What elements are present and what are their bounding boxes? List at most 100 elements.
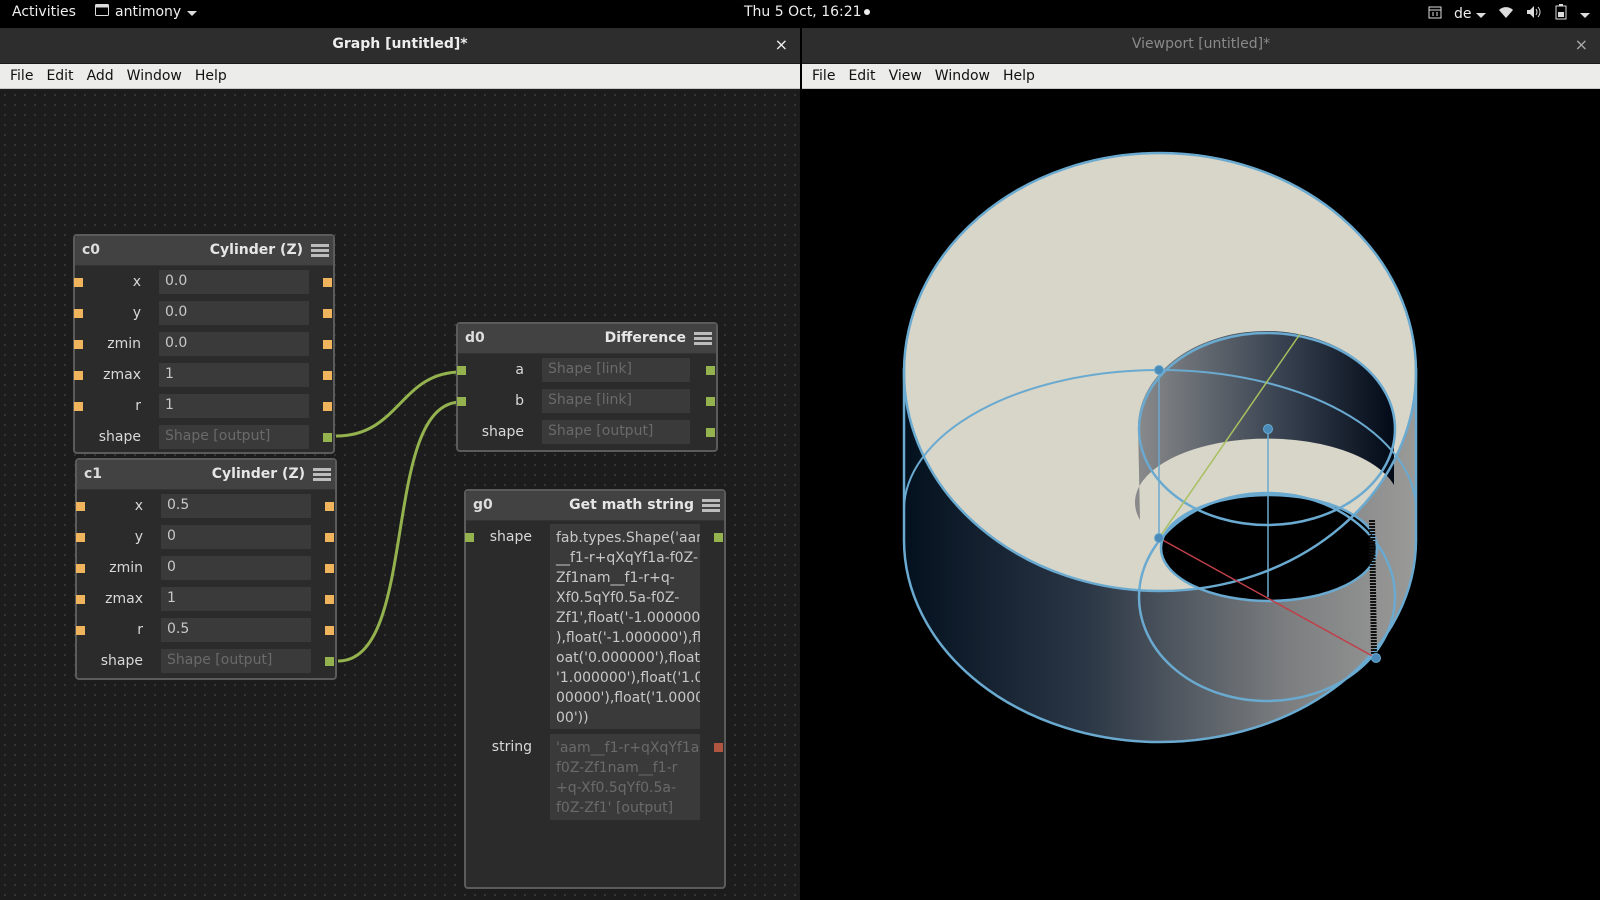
node-header[interactable]: c1 Cylinder (Z): [77, 460, 335, 490]
notification-dot-icon: [863, 9, 870, 15]
menu-file[interactable]: File: [812, 68, 835, 84]
output-port[interactable]: [323, 278, 332, 287]
output-port[interactable]: [323, 402, 332, 411]
param-field-r[interactable]: 1: [159, 394, 309, 418]
system-tray[interactable]: de: [1428, 4, 1590, 24]
shape-output-port[interactable]: [323, 433, 332, 442]
graph-menubar: File Edit Add Window Help: [0, 64, 800, 89]
graph-titlebar[interactable]: Graph [untitled]* ×: [0, 28, 800, 64]
close-icon[interactable]: ×: [1575, 35, 1588, 54]
param-label: x: [134, 498, 143, 514]
output-port[interactable]: [323, 340, 332, 349]
output-port[interactable]: [325, 564, 334, 573]
node-d0[interactable]: d0 Difference a Shape [link] b Shape [li…: [456, 322, 718, 452]
wire-c1-to-d0b[interactable]: [337, 400, 462, 663]
output-port[interactable]: [325, 533, 334, 542]
calendar-icon[interactable]: [1428, 5, 1442, 23]
output-port[interactable]: [323, 309, 332, 318]
node-header[interactable]: d0 Difference: [458, 324, 716, 354]
param-field-y[interactable]: 0.0: [159, 301, 309, 325]
menu-icon[interactable]: [311, 244, 329, 258]
param-row-shape: shape Shape [output]: [75, 423, 333, 451]
node-c0[interactable]: c0 Cylinder (Z) x 0.0 y 0.0 zmin 0.0 zma…: [73, 234, 335, 454]
node-g0[interactable]: g0 Get math string shape fab.types.Shape…: [464, 489, 726, 889]
node-type: Cylinder (Z): [209, 242, 303, 258]
param-row-zmax: zmax 1: [76, 585, 335, 613]
param-label: zmin: [109, 560, 143, 576]
param-field-zmax[interactable]: 1: [159, 363, 309, 387]
output-port[interactable]: [323, 371, 332, 380]
param-label: b: [515, 393, 524, 409]
node-id: c1: [84, 466, 103, 482]
activities-button[interactable]: Activities: [12, 4, 76, 20]
keyboard-layout[interactable]: de: [1454, 6, 1486, 22]
output-port[interactable]: [325, 502, 334, 511]
handle-point[interactable]: [1154, 365, 1164, 375]
string-output-port[interactable]: [714, 743, 723, 752]
menu-icon[interactable]: [702, 499, 720, 513]
shape-input-port[interactable]: [465, 533, 474, 542]
node-id: g0: [473, 497, 493, 513]
param-field-r[interactable]: 0.5: [161, 618, 311, 642]
menu-window[interactable]: Window: [127, 68, 182, 84]
graph-canvas[interactable]: c0 Cylinder (Z) x 0.0 y 0.0 zmin 0.0 zma…: [0, 90, 800, 900]
output-port[interactable]: [714, 533, 723, 542]
output-port[interactable]: [706, 366, 715, 375]
param-row-x: x 0.5: [76, 492, 335, 520]
viewport-titlebar[interactable]: Viewport [untitled]* ×: [802, 28, 1600, 64]
param-row-zmin: zmin 0: [76, 554, 335, 582]
menu-edit[interactable]: Edit: [46, 68, 73, 84]
param-label: x: [132, 274, 141, 290]
param-label: r: [135, 398, 141, 414]
param-field-zmax[interactable]: 1: [161, 587, 311, 611]
node-header[interactable]: c0 Cylinder (Z): [75, 236, 333, 266]
shape-output-port[interactable]: [706, 428, 715, 437]
battery-icon[interactable]: [1554, 4, 1568, 24]
output-port[interactable]: [325, 626, 334, 635]
menu-file[interactable]: File: [10, 68, 33, 84]
param-field-y[interactable]: 0: [161, 525, 311, 549]
wifi-icon[interactable]: [1498, 5, 1514, 23]
volume-icon[interactable]: [1526, 5, 1542, 23]
menu-help[interactable]: Help: [1003, 68, 1035, 84]
app-menu[interactable]: antimony: [95, 4, 198, 20]
close-icon[interactable]: ×: [775, 35, 788, 54]
handle-point[interactable]: [1263, 424, 1273, 434]
menu-view[interactable]: View: [889, 68, 922, 84]
clock[interactable]: Thu 5 Oct, 16:21: [744, 4, 870, 20]
keyboard-layout-label: de: [1454, 6, 1472, 22]
param-label: shape: [100, 653, 143, 669]
node-c1[interactable]: c1 Cylinder (Z) x 0.5 y 0 zmin 0 zmax 1 …: [75, 458, 337, 680]
menu-icon[interactable]: [313, 468, 331, 482]
link-field-b: Shape [link]: [542, 389, 690, 413]
chevron-down-icon[interactable]: [1580, 12, 1590, 18]
param-label: shape: [98, 429, 141, 445]
graph-window: Graph [untitled]* × File Edit Add Window…: [0, 28, 800, 900]
output-port[interactable]: [325, 595, 334, 604]
handle-point[interactable]: [1371, 653, 1381, 663]
node-header[interactable]: g0 Get math string: [466, 491, 724, 521]
param-row-shape: shape Shape [output]: [458, 418, 716, 446]
node-type: Difference: [604, 330, 686, 346]
param-field-x[interactable]: 0.0: [159, 270, 309, 294]
wire-c0-to-d0a[interactable]: [335, 370, 462, 438]
param-field-zmin[interactable]: 0.0: [159, 332, 309, 356]
link-field-a: Shape [link]: [542, 358, 690, 382]
menu-icon[interactable]: [694, 332, 712, 346]
viewport-window: Viewport [untitled]* × File Edit View Wi…: [802, 28, 1600, 900]
param-row-a: a Shape [link]: [457, 356, 716, 384]
menu-add[interactable]: Add: [87, 68, 114, 84]
viewport-window-title: Viewport [untitled]*: [1131, 36, 1271, 52]
param-row-x: x 0.0: [74, 268, 333, 296]
menu-window[interactable]: Window: [935, 68, 990, 84]
menu-help[interactable]: Help: [195, 68, 227, 84]
handle-point[interactable]: [1154, 533, 1164, 543]
menu-edit[interactable]: Edit: [848, 68, 875, 84]
param-field-x[interactable]: 0.5: [161, 494, 311, 518]
output-port[interactable]: [706, 397, 715, 406]
param-field-zmin[interactable]: 0: [161, 556, 311, 580]
3d-viewport[interactable]: [802, 90, 1600, 900]
shape-output-port[interactable]: [325, 657, 334, 666]
shape-field[interactable]: fab.types.Shape('aam __f1-r+qXqYf1a-f0Z-…: [550, 524, 700, 729]
param-label: shape: [489, 529, 532, 545]
